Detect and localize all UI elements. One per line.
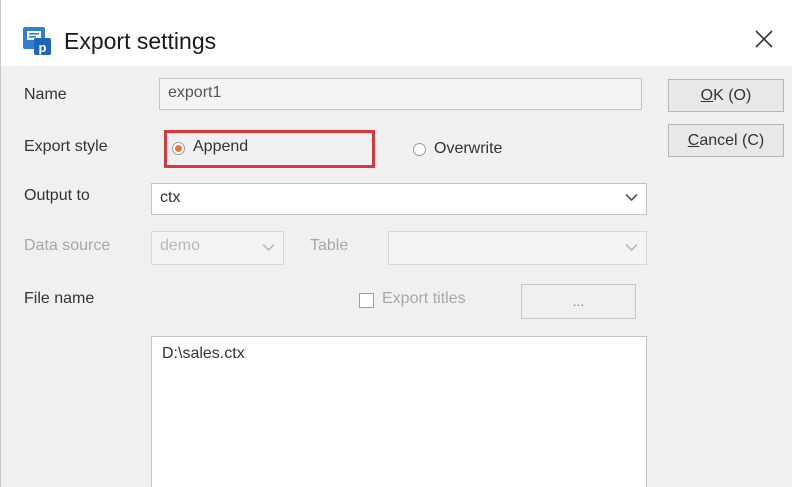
cancel-mnemonic: C xyxy=(687,132,700,149)
output-to-select[interactable]: ctx xyxy=(151,183,647,215)
name-label: Name xyxy=(24,86,67,103)
cancel-button[interactable]: Cancel (C) xyxy=(668,124,784,157)
output-to-value: ctx xyxy=(160,189,181,206)
chevron-down-icon xyxy=(625,243,638,252)
overwrite-label[interactable]: Overwrite xyxy=(434,140,502,158)
close-icon[interactable] xyxy=(749,24,779,54)
title-bar: p Export settings xyxy=(1,0,792,66)
overwrite-radio[interactable] xyxy=(413,143,426,156)
table-label: Table xyxy=(310,237,349,254)
cancel-label: ancel (C) xyxy=(699,132,765,149)
export-titles-label[interactable]: Export titles xyxy=(382,290,466,308)
table-select[interactable] xyxy=(388,231,647,265)
append-radio[interactable] xyxy=(172,142,185,155)
export-app-icon: p xyxy=(23,27,51,55)
export-style-label: Export style xyxy=(24,138,108,155)
browse-button[interactable]: ... xyxy=(521,284,636,319)
window-title: Export settings xyxy=(64,28,217,54)
ok-button[interactable]: OK (O) xyxy=(668,79,784,112)
data-source-value: demo xyxy=(160,237,201,254)
output-to-label: Output to xyxy=(24,187,90,204)
export-settings-dialog: p Export settings Name export1 OK (O) Ca… xyxy=(0,0,792,487)
svg-text:p: p xyxy=(39,40,47,55)
name-field[interactable]: export1 xyxy=(159,78,642,110)
export-titles-checkbox[interactable] xyxy=(359,293,374,308)
chevron-down-icon xyxy=(625,193,638,202)
append-label[interactable]: Append xyxy=(193,138,248,156)
file-name-label: File name xyxy=(24,290,95,307)
file-path-textarea[interactable]: D:\sales.ctx xyxy=(151,336,647,487)
data-source-select[interactable]: demo xyxy=(151,231,284,265)
data-source-label: Data source xyxy=(24,237,111,254)
ok-mnemonic: O xyxy=(700,87,714,104)
ok-label: K (O) xyxy=(713,87,752,104)
chevron-down-icon xyxy=(262,243,275,252)
